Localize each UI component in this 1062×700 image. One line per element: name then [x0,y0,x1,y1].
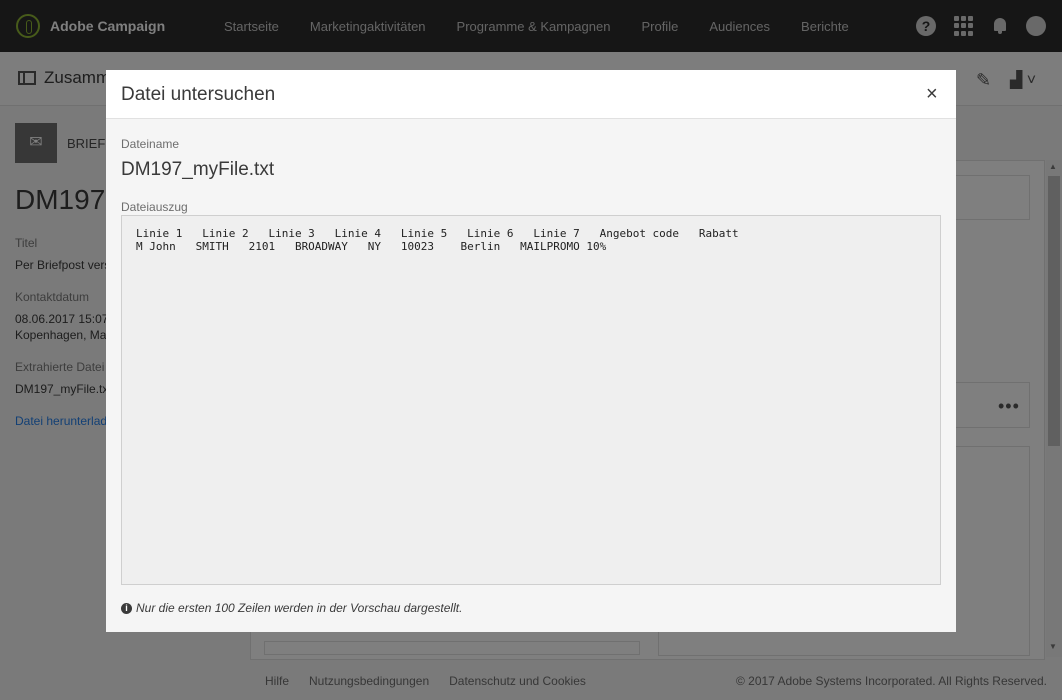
close-icon[interactable]: × [926,83,938,106]
excerpt-label: Dateiauszug [121,200,188,214]
filename-label: Dateiname [121,137,180,151]
file-excerpt-box[interactable]: Linie 1 Linie 2 Linie 3 Linie 4 Linie 5 … [121,215,941,585]
excerpt-line: Linie 1 Linie 2 Linie 3 Linie 4 Linie 5 … [136,227,739,240]
dialog-title: Datei untersuchen [121,84,276,105]
preview-note-text: Nur die ersten 100 Zeilen werden in der … [136,601,463,615]
info-icon: i [121,602,132,614]
preview-note: i Nur die ersten 100 Zeilen werden in de… [121,601,462,615]
dialog-header: Datei untersuchen × [106,70,956,119]
inspect-file-dialog: Datei untersuchen × Dateiname DM197_myFi… [106,70,956,632]
excerpt-line: M John SMITH 2101 BROADWAY NY 10023 Berl… [136,240,607,253]
filename-value: DM197_myFile.txt [121,159,275,180]
